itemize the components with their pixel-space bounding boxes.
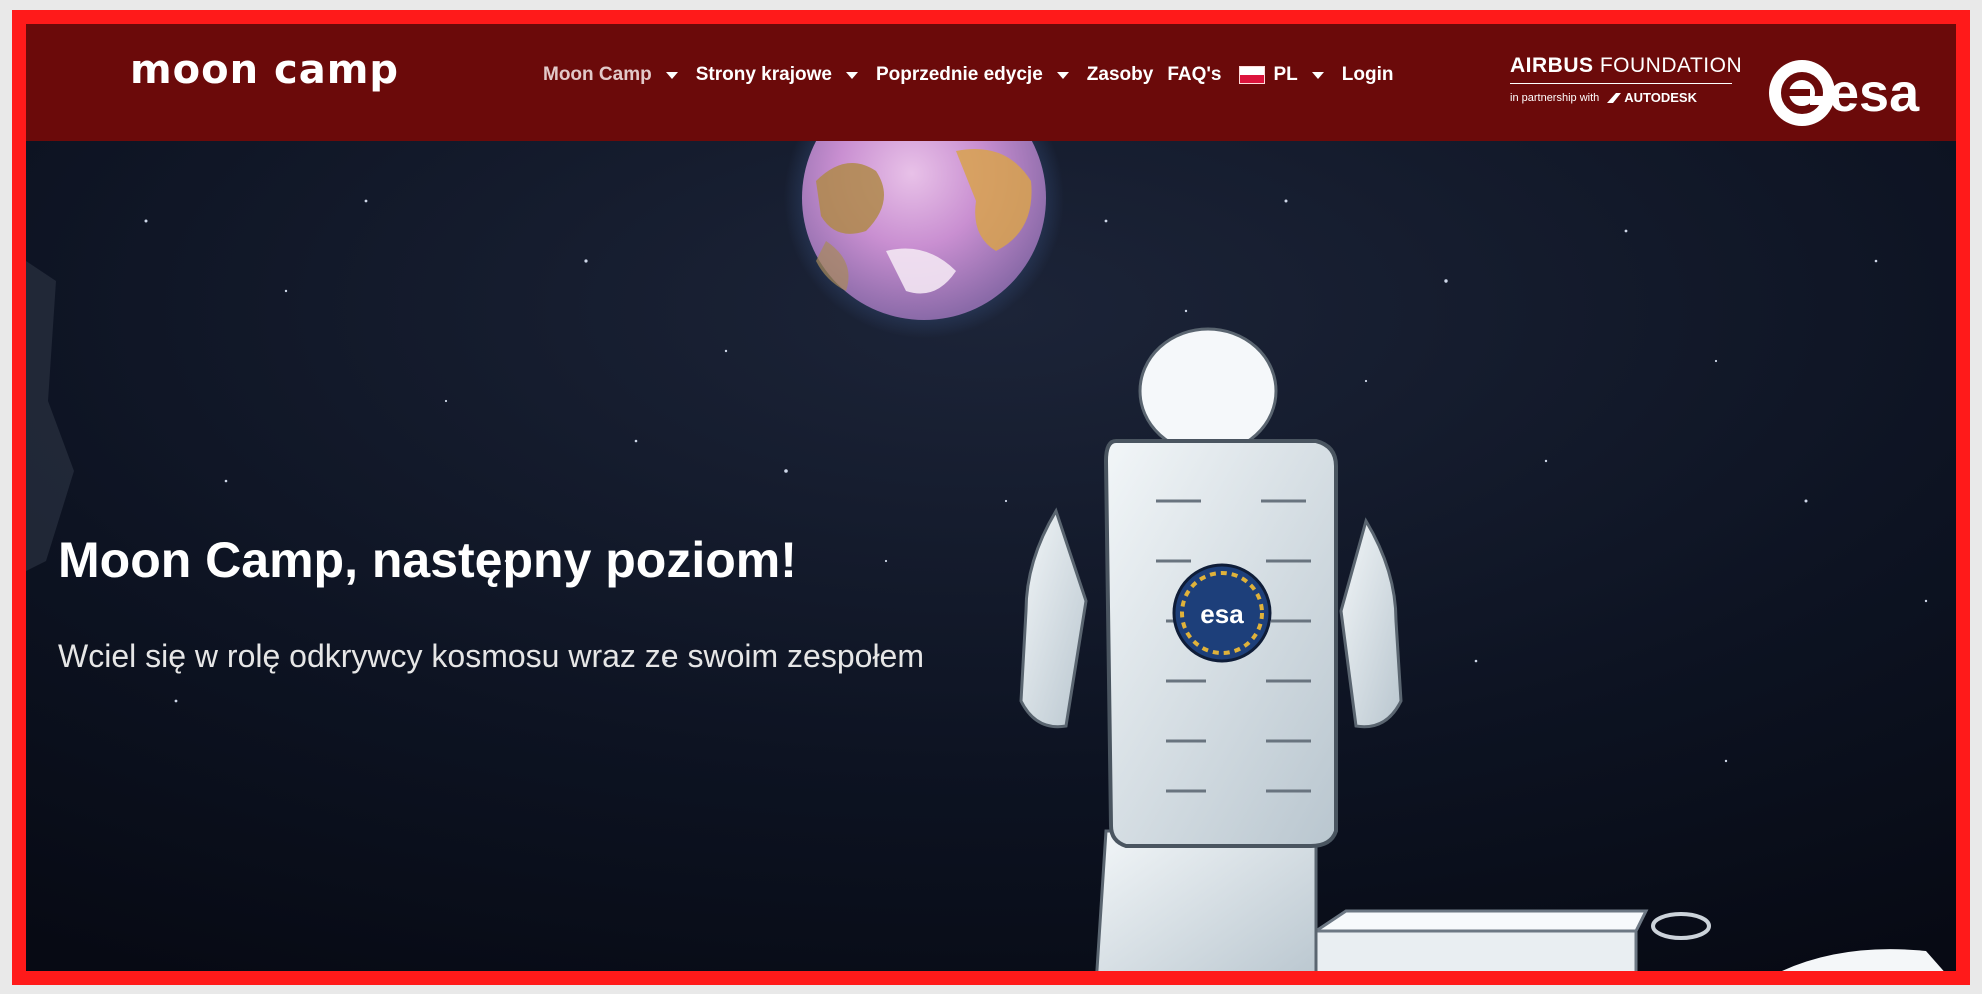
menu-item-label: Strony krajowe xyxy=(695,64,832,85)
chevron-down-icon xyxy=(1311,71,1324,79)
chevron-down-icon xyxy=(845,71,858,79)
partnership-text: in partnership with xyxy=(1510,91,1600,104)
main-menu: Moon Camp Strony krajowe Poprzednie edyc… xyxy=(543,64,1407,86)
login-label: Login xyxy=(1341,64,1394,85)
foundation-wordmark: FOUNDATION xyxy=(1599,54,1743,77)
menu-item-label: FAQ's xyxy=(1167,64,1222,85)
esa-patch-label: esa xyxy=(1200,599,1244,629)
login-link[interactable]: Login xyxy=(1342,64,1394,86)
hero-subtitle: Wciel się w rolę odkrywcy kosmosu wraz z… xyxy=(58,638,924,674)
esa-logo[interactable]: esa xyxy=(1769,60,1919,126)
chevron-down-icon xyxy=(665,71,678,79)
chevron-down-icon xyxy=(1056,71,1069,79)
airbus-foundation-logo[interactable]: AIRBUS FOUNDATION in partnership with AU… xyxy=(1510,54,1742,105)
menu-item-strony-krajowe[interactable]: Strony krajowe xyxy=(696,64,862,86)
menu-item-poprzednie-edycje[interactable]: Poprzednie edycje xyxy=(876,64,1073,86)
menu-item-label: Zasoby xyxy=(1086,64,1154,85)
hero-banner: esa Moon Camp, następny poziom! Wciel si… xyxy=(26,141,1956,971)
poland-flag-icon xyxy=(1239,66,1266,84)
menu-item-zasoby[interactable]: Zasoby xyxy=(1087,64,1154,86)
top-navbar: moon camp Moon Camp Strony krajowe Poprz… xyxy=(26,24,1956,141)
screenshot-frame: moon camp Moon Camp Strony krajowe Poprz… xyxy=(12,10,1970,985)
autodesk-icon xyxy=(1607,93,1622,103)
esa-e-icon xyxy=(1769,60,1835,126)
airbus-wordmark: AIRBUS xyxy=(1510,54,1594,77)
menu-item-label: Poprzednie edycje xyxy=(875,64,1043,85)
divider xyxy=(1510,83,1732,84)
moon-camp-logo[interactable]: moon camp xyxy=(130,50,399,90)
autodesk-logo: AUTODESK xyxy=(1607,90,1697,105)
menu-item-label: Moon Camp xyxy=(543,64,652,85)
autodesk-wordmark: AUTODESK xyxy=(1624,90,1697,105)
language-switcher[interactable]: PL xyxy=(1235,64,1327,86)
language-label: PL xyxy=(1273,64,1298,85)
menu-item-moon-camp[interactable]: Moon Camp xyxy=(543,64,682,86)
menu-item-faq[interactable]: FAQ's xyxy=(1167,64,1221,86)
hero-title: Moon Camp, następny poziom! xyxy=(58,532,797,588)
esa-wordmark: esa xyxy=(1829,63,1920,123)
